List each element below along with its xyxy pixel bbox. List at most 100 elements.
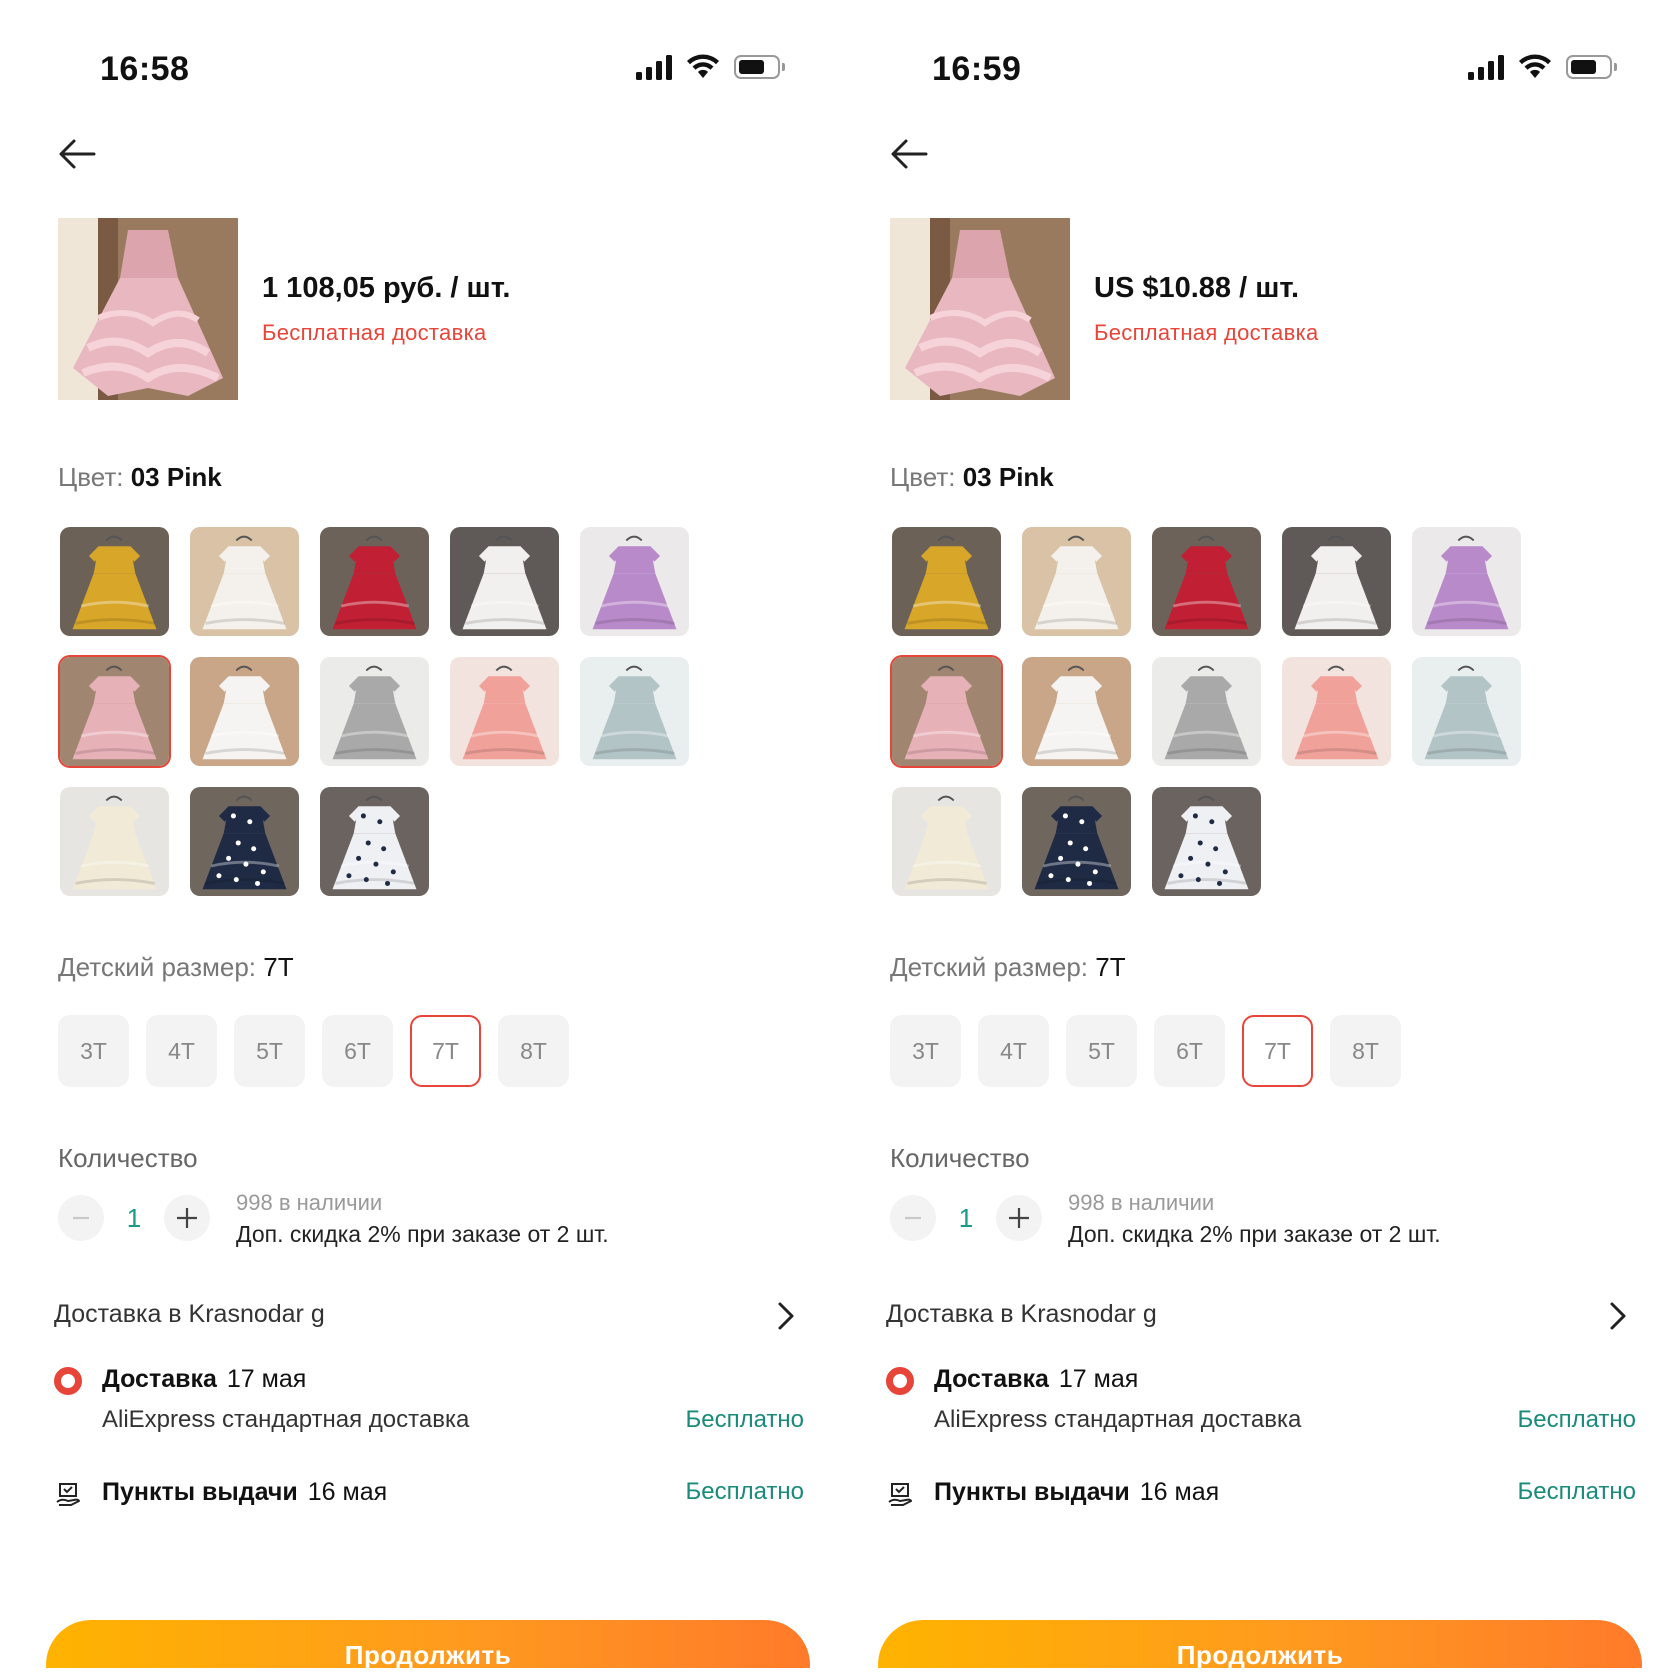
quantity-value[interactable]: 1: [104, 1203, 164, 1234]
delivery-destination-row[interactable]: Доставка в Krasnodar g: [886, 1300, 1636, 1340]
size-option-8t[interactable]: 8T: [498, 1015, 569, 1087]
quantity-label: Количество: [890, 1143, 1030, 1173]
color-swatch-cream[interactable]: [890, 785, 1003, 898]
color-swatch-yellow[interactable]: [890, 525, 1003, 638]
radio-selected-icon[interactable]: [886, 1367, 914, 1395]
color-swatch-pink[interactable]: [890, 655, 1003, 768]
color-swatch-purple[interactable]: [1410, 525, 1523, 638]
stock-text: 998 в наличии: [236, 1190, 383, 1215]
color-swatch-grey[interactable]: [318, 655, 431, 768]
quantity-increase-button[interactable]: [164, 1195, 210, 1241]
pickup-option-title: Пункты выдачи 16 мая: [934, 1478, 1219, 1507]
continue-button-label: Продолжить: [1176, 1640, 1344, 1670]
dress-coral-image: [1282, 657, 1391, 766]
dress-white-image: [1022, 527, 1131, 636]
pickup-option-price: Бесплатно: [685, 1478, 804, 1505]
pickup-point-icon: [888, 1483, 912, 1506]
phone-screen-rub: 16:58 1 108,05 руб. / шт. Бесплатная дос…: [0, 0, 840, 1680]
color-swatch-white-lace[interactable]: [1280, 525, 1393, 638]
stock-text: 998 в наличии: [1068, 1190, 1215, 1215]
color-swatch-red[interactable]: [318, 525, 431, 638]
dress-pink-image: [892, 657, 1001, 766]
dress-red-image: [320, 527, 429, 636]
delivery-destination-text: Доставка в Krasnodar g: [54, 1300, 325, 1328]
dress-navy-polka-image: [190, 787, 299, 896]
pickup-option-title: Пункты выдачи 16 мая: [102, 1478, 387, 1507]
color-swatches: [890, 525, 1550, 898]
delivery-option-name: Доставка: [102, 1365, 217, 1393]
dress-navy-polka-image: [1022, 787, 1131, 896]
dress-white-lace-image: [450, 527, 559, 636]
size-options: 3T 4T 5T 6T 7T 8T: [890, 1015, 1401, 1087]
color-swatch-navy-polka[interactable]: [188, 785, 301, 898]
size-option-5t[interactable]: 5T: [1066, 1015, 1137, 1087]
dress-grey-image: [320, 657, 429, 766]
quantity-value[interactable]: 1: [936, 1203, 996, 1234]
radio-selected-icon[interactable]: [54, 1367, 82, 1395]
color-swatch-white[interactable]: [1020, 525, 1133, 638]
dress-white-lace-image: [1282, 527, 1391, 636]
dress-light-blue-image: [580, 657, 689, 766]
quantity-decrease-button[interactable]: [58, 1195, 104, 1241]
delivery-option-service: AliExpress стандартная доставка: [102, 1406, 470, 1433]
color-swatch-light-blue[interactable]: [1410, 655, 1523, 768]
pickup-option-date: 16 мая: [1139, 1478, 1220, 1506]
color-swatch-cream[interactable]: [58, 785, 171, 898]
size-option-4t[interactable]: 4T: [978, 1015, 1049, 1087]
color-swatches: [58, 525, 718, 898]
color-swatch-coral[interactable]: [448, 655, 561, 768]
color-swatch-navy-polka[interactable]: [1020, 785, 1133, 898]
plus-icon: [177, 1208, 197, 1228]
color-swatch-white-tiered[interactable]: [188, 655, 301, 768]
cellular-signal-icon: [636, 54, 672, 80]
color-swatch-grey[interactable]: [1150, 655, 1263, 768]
quantity-decrease-button[interactable]: [890, 1195, 936, 1241]
color-swatch-white-navy-polka[interactable]: [318, 785, 431, 898]
dress-red-image: [1152, 527, 1261, 636]
color-swatch-white-navy-polka[interactable]: [1150, 785, 1263, 898]
delivery-option-date: 17 мая: [1058, 1365, 1139, 1393]
wifi-icon: [687, 54, 719, 78]
size-option-6t[interactable]: 6T: [322, 1015, 393, 1087]
color-swatch-red[interactable]: [1150, 525, 1263, 638]
size-label-text: Детский размер:: [58, 952, 257, 982]
size-option-3t[interactable]: 3T: [58, 1015, 129, 1087]
back-arrow-icon[interactable]: [888, 132, 932, 176]
size-option-5t[interactable]: 5T: [234, 1015, 305, 1087]
color-swatch-light-blue[interactable]: [578, 655, 691, 768]
size-value: 7T: [263, 952, 294, 982]
size-label: Детский размер: 7T: [58, 952, 294, 983]
dress-cream-image: [60, 787, 169, 896]
color-swatch-white-tiered[interactable]: [1020, 655, 1133, 768]
dress-pink-image: [60, 657, 169, 766]
dress-yellow-image: [892, 527, 1001, 636]
dress-purple-image: [1412, 527, 1521, 636]
color-swatch-yellow[interactable]: [58, 525, 171, 638]
size-option-6t[interactable]: 6T: [1154, 1015, 1225, 1087]
status-icons: [636, 54, 785, 80]
color-label-text: Цвет:: [58, 462, 124, 492]
minus-icon: [905, 1216, 921, 1220]
color-swatch-purple[interactable]: [578, 525, 691, 638]
color-swatch-white[interactable]: [188, 525, 301, 638]
size-option-7t[interactable]: 7T: [410, 1015, 481, 1087]
color-swatch-pink[interactable]: [58, 655, 171, 768]
color-swatch-white-lace[interactable]: [448, 525, 561, 638]
color-swatch-coral[interactable]: [1280, 655, 1393, 768]
pickup-option-price: Бесплатно: [1517, 1478, 1636, 1505]
battery-icon: [1566, 55, 1617, 79]
size-option-3t[interactable]: 3T: [890, 1015, 961, 1087]
chevron-right-icon: [778, 1302, 794, 1330]
quantity-label: Количество: [58, 1143, 198, 1173]
size-option-4t[interactable]: 4T: [146, 1015, 217, 1087]
phone-screen-usd: 16:59 US $10.88 / шт. Бесплатная доставк…: [832, 0, 1672, 1680]
delivery-destination-row[interactable]: Доставка в Krasnodar g: [54, 1300, 804, 1340]
chevron-right-icon: [1610, 1302, 1626, 1330]
size-option-8t[interactable]: 8T: [1330, 1015, 1401, 1087]
quantity-stepper: 1: [890, 1195, 1042, 1241]
screen-bottom-edge: [832, 1668, 1672, 1680]
back-arrow-icon[interactable]: [56, 132, 100, 176]
size-option-7t[interactable]: 7T: [1242, 1015, 1313, 1087]
quantity-increase-button[interactable]: [996, 1195, 1042, 1241]
dress-yellow-image: [60, 527, 169, 636]
